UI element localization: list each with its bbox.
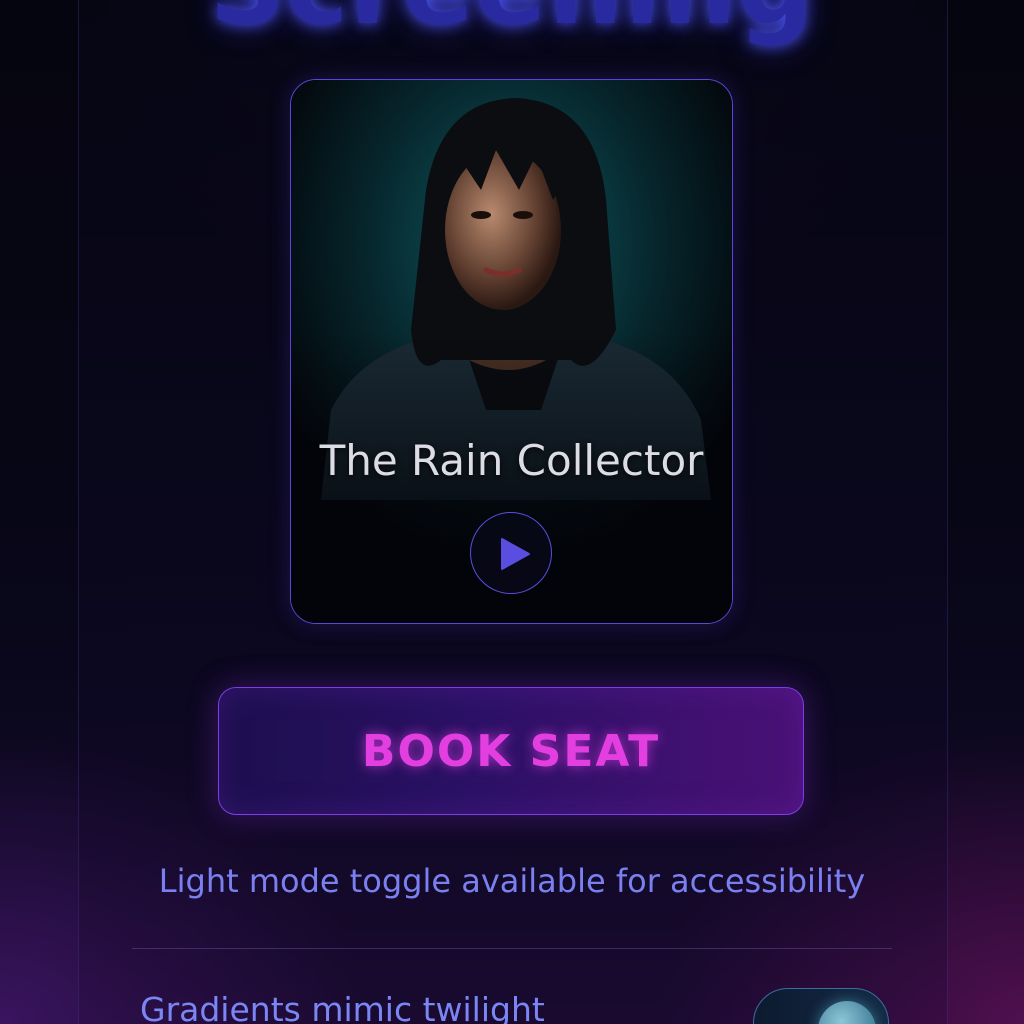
play-icon: [501, 538, 530, 570]
movie-title: The Rain Collector: [319, 436, 704, 485]
page-title: Screening: [0, 0, 1024, 48]
divider: [132, 948, 892, 949]
play-button[interactable]: [470, 512, 552, 594]
gradient-setting-label: Gradients mimic twilight: [140, 990, 545, 1024]
book-seat-label: BOOK SEAT: [361, 725, 661, 777]
movie-card[interactable]: The Rain Collector: [290, 79, 733, 624]
gradient-toggle[interactable]: [753, 988, 889, 1024]
toggle-knob: [818, 1001, 876, 1024]
book-seat-button[interactable]: BOOK SEAT: [218, 687, 804, 815]
accessibility-note: Light mode toggle available for accessib…: [158, 862, 866, 900]
